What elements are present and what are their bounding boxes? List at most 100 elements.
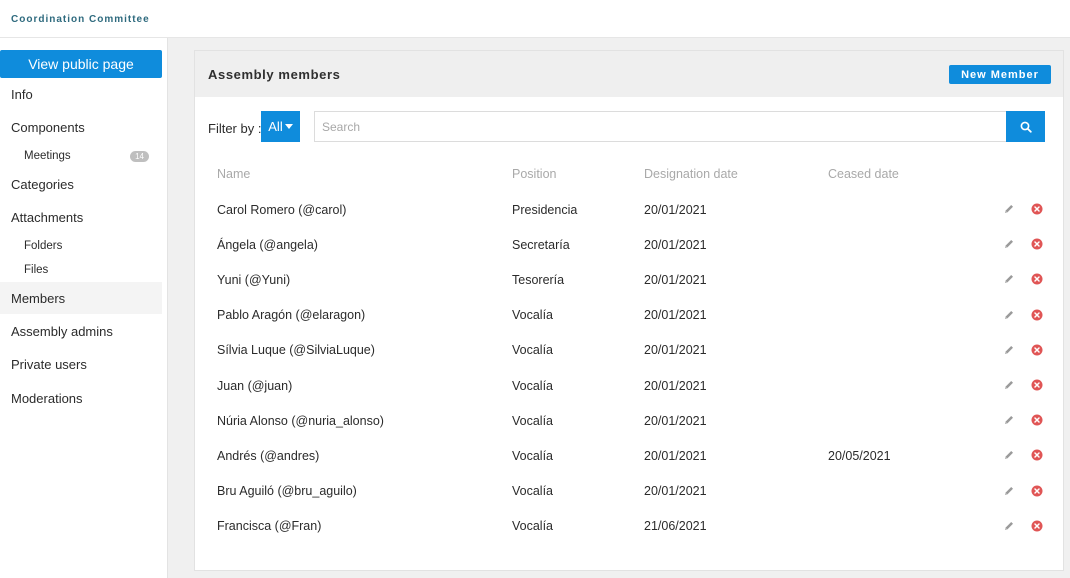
member-position: Vocalía <box>512 484 554 499</box>
sidebar-item-info[interactable]: Info <box>0 78 162 110</box>
sidebar-item-label: Attachments <box>11 209 84 225</box>
table-row: Bru Aguiló (@bru_aguilo) Vocalía 20/01/202… <box>195 474 1063 509</box>
sidebar-item-private-users[interactable]: Private users <box>0 348 162 380</box>
search-input[interactable] <box>314 111 1007 142</box>
member-name: Juan (@juan) <box>217 378 293 393</box>
delete-icon[interactable] <box>1030 519 1044 533</box>
members-card: Assembly members New Member Filter by : … <box>194 50 1064 571</box>
new-member-button[interactable]: New Member <box>949 65 1051 84</box>
pencil-icon[interactable] <box>1002 202 1016 216</box>
column-header-name: Name <box>217 167 251 181</box>
sidebar-item-label: Private users <box>11 356 87 372</box>
pencil-icon[interactable] <box>1002 272 1016 286</box>
member-name: Yuni (@Yuni) <box>217 272 291 287</box>
member-position: Vocalía <box>512 308 554 323</box>
pencil-icon[interactable] <box>1002 413 1016 427</box>
member-position: Vocalía <box>512 519 554 534</box>
sidebar-item-label: Files <box>24 264 49 276</box>
card-header: Assembly members New Member <box>195 51 1063 97</box>
member-designation-date: 20/01/2021 <box>644 413 707 428</box>
delete-icon[interactable] <box>1030 202 1044 216</box>
sidebar-item-attachments[interactable]: Attachments <box>0 201 162 233</box>
sidebar-item-label: Components <box>11 119 85 135</box>
delete-icon[interactable] <box>1030 413 1044 427</box>
table-row: Pablo Aragón (@elaragon) Vocalía 20/01/202… <box>195 298 1063 333</box>
member-name: Núria Alonso (@nuria_alonso) <box>217 413 384 428</box>
column-header-position: Position <box>512 167 557 181</box>
member-designation-date: 20/01/2021 <box>644 378 707 393</box>
table-row: Carol Romero (@carol) Presidencia 20/01/20… <box>195 192 1063 227</box>
sidebar-item-categories[interactable]: Categories <box>0 168 162 200</box>
delete-icon[interactable] <box>1030 484 1044 498</box>
pencil-icon[interactable] <box>1002 519 1016 533</box>
sidebar-item-label: Meetings <box>24 150 71 162</box>
table-row: Yuni (@Yuni) Tesorería 20/01/2021 <box>195 262 1063 297</box>
member-position: Vocalía <box>512 448 554 463</box>
member-ceased-date: 20/05/2021 <box>828 448 891 463</box>
table-row: Francisca (@Fran) Vocalía 21/06/2021 <box>195 509 1063 544</box>
sidebar-item-label: Categories <box>11 176 74 192</box>
member-name: Andrés (@andres) <box>217 448 320 463</box>
table-row: Ángela (@angela) Secretaría 20/01/2021 <box>195 227 1063 262</box>
delete-icon[interactable] <box>1030 448 1044 462</box>
sidebar-item-label: Moderations <box>11 390 83 406</box>
delete-icon[interactable] <box>1030 272 1044 286</box>
sidebar-item-label: Assembly admins <box>11 323 113 339</box>
sidebar-item-label: Info <box>11 86 33 102</box>
member-position: Tesorería <box>512 272 565 287</box>
filter-value: All <box>268 119 283 134</box>
delete-icon[interactable] <box>1030 378 1044 392</box>
pencil-icon[interactable] <box>1002 237 1016 251</box>
table-row: Juan (@juan) Vocalía 20/01/2021 <box>195 368 1063 403</box>
pencil-icon[interactable] <box>1002 378 1016 392</box>
member-name: Bru Aguiló (@bru_aguilo) <box>217 484 357 499</box>
sidebar-item-meetings[interactable]: Meetings 14 <box>0 145 162 167</box>
delete-icon[interactable] <box>1030 237 1044 251</box>
member-name: Carol Romero (@carol) <box>217 202 347 217</box>
page-title: Assembly members <box>208 67 341 82</box>
view-public-page-button[interactable]: View public page <box>0 50 162 78</box>
member-designation-date: 21/06/2021 <box>644 519 707 534</box>
sidebar-item-label: Folders <box>24 240 63 252</box>
delete-icon[interactable] <box>1030 343 1044 357</box>
search-icon <box>1020 121 1032 133</box>
member-name: Pablo Aragón (@elaragon) <box>217 308 366 323</box>
table-row: Núria Alonso (@nuria_alonso) Vocalía 20/01… <box>195 403 1063 438</box>
member-name: Ángela (@angela) <box>217 237 318 252</box>
member-position: Presidencia <box>512 202 578 217</box>
member-designation-date: 20/01/2021 <box>644 237 707 252</box>
pencil-icon[interactable] <box>1002 448 1016 462</box>
sidebar-item-files[interactable]: Files <box>0 259 162 281</box>
table-row: Sílvia Luque (@SilviaLuque) Vocalía 20/01/… <box>195 333 1063 368</box>
sidebar-item-members[interactable]: Members <box>0 282 162 314</box>
sidebar-item-assembly-admins[interactable]: Assembly admins <box>0 315 162 347</box>
sidebar-item-folders[interactable]: Folders <box>0 235 162 257</box>
pencil-icon[interactable] <box>1002 343 1016 357</box>
sidebar: View public page Info Components Meeting… <box>0 38 168 578</box>
caret-down-icon <box>284 124 293 129</box>
member-position: Vocalía <box>512 343 554 358</box>
member-name: Francisca (@Fran) <box>217 519 322 534</box>
member-designation-date: 20/01/2021 <box>644 308 707 323</box>
count-badge: 14 <box>130 151 149 162</box>
pencil-icon[interactable] <box>1002 308 1016 322</box>
column-header-designation-date: Designation date <box>644 167 738 181</box>
organization-title: Coordination Committee <box>11 14 150 25</box>
top-bar: Coordination Committee <box>0 0 1070 38</box>
member-designation-date: 20/01/2021 <box>644 272 707 287</box>
column-header-ceased-date: Ceased date <box>828 167 899 181</box>
delete-icon[interactable] <box>1030 308 1044 322</box>
pencil-icon[interactable] <box>1002 484 1016 498</box>
member-name: Sílvia Luque (@SilviaLuque) <box>217 343 375 358</box>
sidebar-item-moderations[interactable]: Moderations <box>0 382 162 414</box>
member-designation-date: 20/01/2021 <box>644 484 707 499</box>
member-designation-date: 20/01/2021 <box>644 343 707 358</box>
member-designation-date: 20/01/2021 <box>644 448 707 463</box>
member-position: Vocalía <box>512 413 554 428</box>
member-position: Vocalía <box>512 378 554 393</box>
sidebar-item-components[interactable]: Components <box>0 111 162 143</box>
filter-dropdown[interactable]: All <box>261 111 300 142</box>
sidebar-item-label: Members <box>11 290 66 306</box>
search-button[interactable] <box>1006 111 1045 142</box>
table-row: Andrés (@andres) Vocalía 20/01/2021 20/05/2… <box>195 438 1063 473</box>
